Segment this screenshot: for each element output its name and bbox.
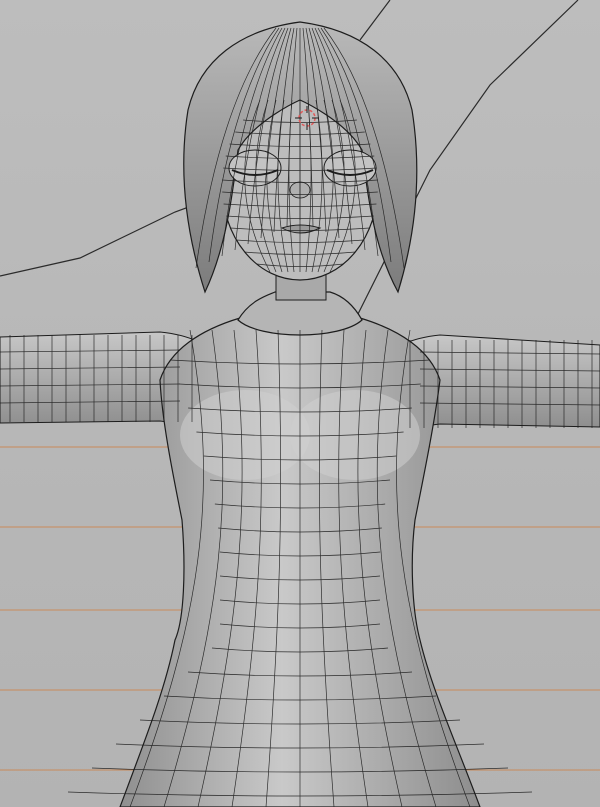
- helper-line-top: [359, 0, 391, 41]
- 3d-viewport[interactable]: [0, 0, 600, 807]
- viewport-scene[interactable]: [0, 0, 600, 807]
- character-mesh[interactable]: [0, 21, 600, 807]
